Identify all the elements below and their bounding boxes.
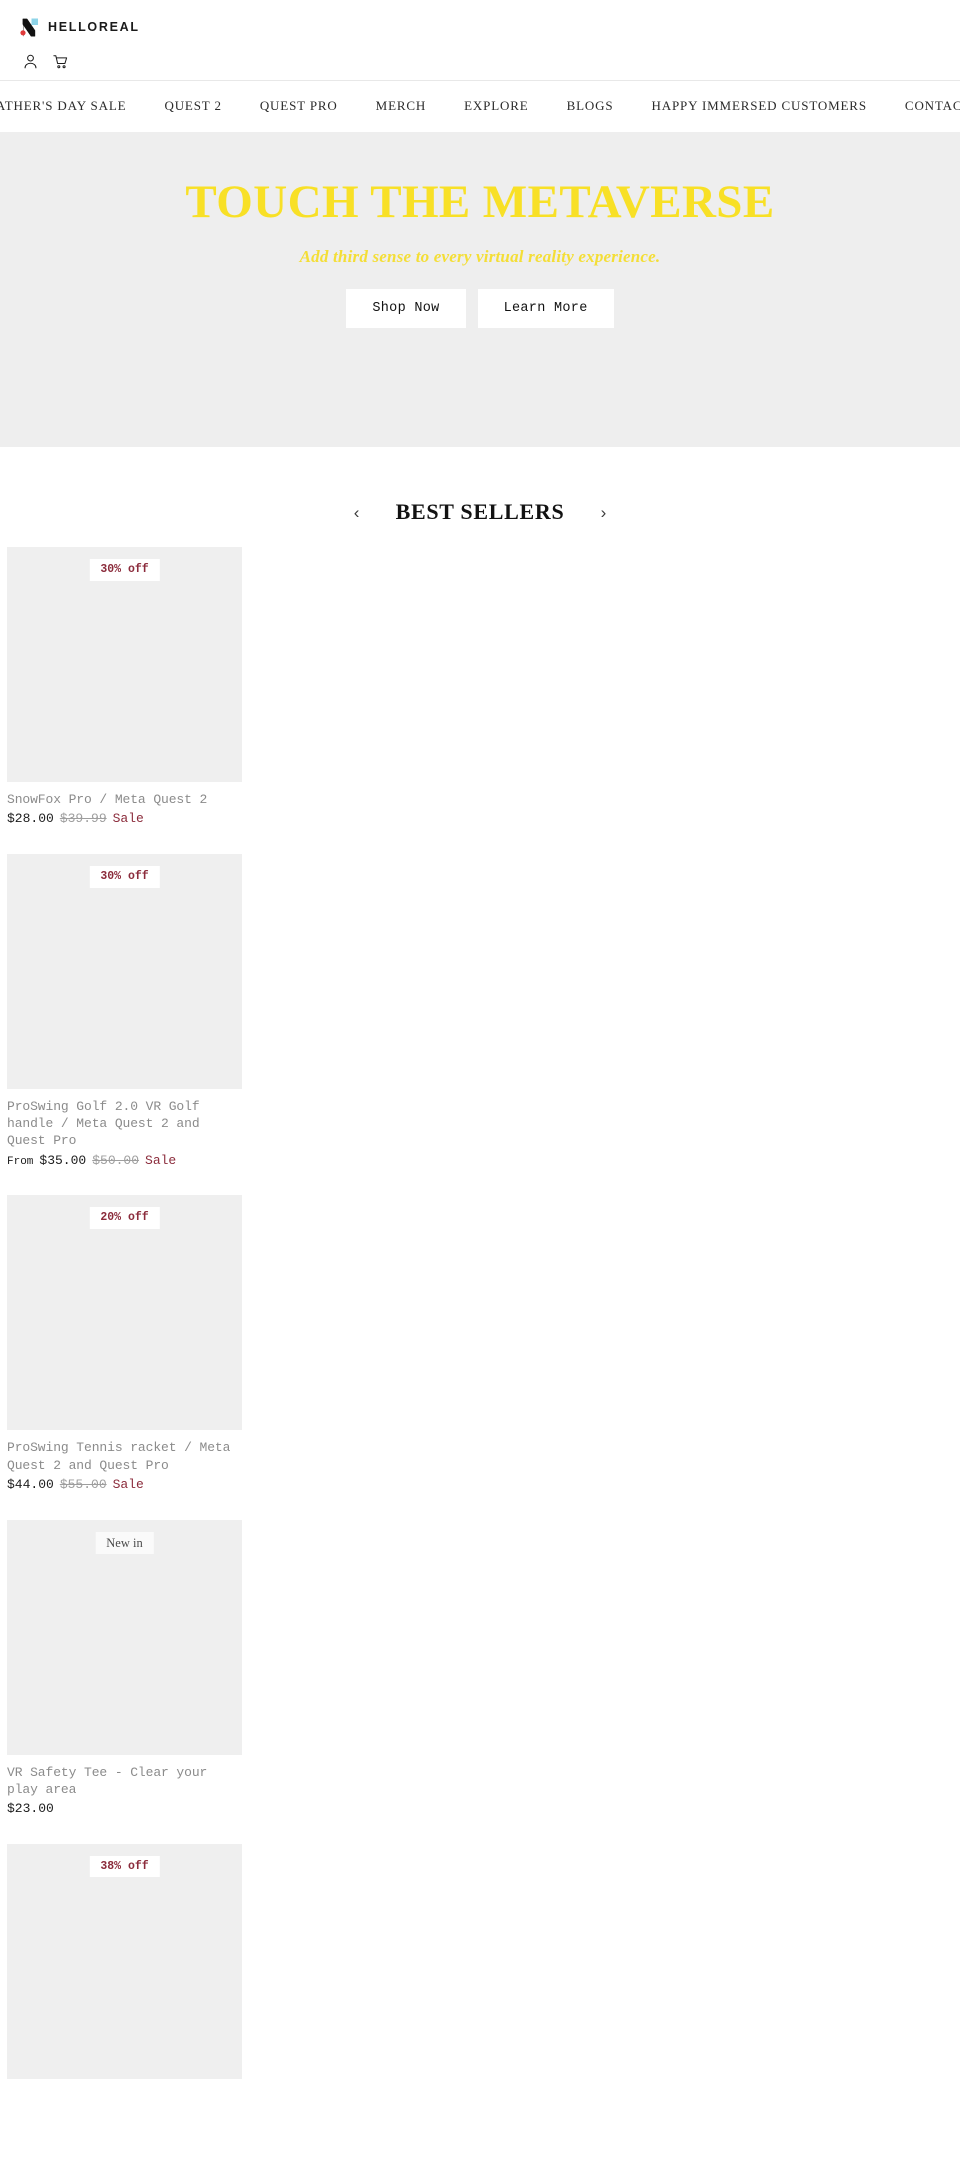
nav-item-fathers-day-sale[interactable]: FATHER'S DAY SALE <box>0 98 126 114</box>
nav-item-quest-pro[interactable]: QUEST PRO <box>260 98 338 114</box>
best-sellers-section: ‹ BEST SELLERS › 30% off SnowFox Pro / M… <box>0 447 960 2157</box>
brand-logo-link[interactable]: HELLOREAL <box>20 18 140 37</box>
brand-name: HELLOREAL <box>48 20 140 35</box>
product-image-placeholder[interactable]: New in <box>7 1519 242 1755</box>
hero-subtitle: Add third sense to every virtual reality… <box>299 246 661 266</box>
product-badge: New in <box>95 1531 154 1555</box>
hero-banner: TOUCH THE METAVERSE Add third sense to e… <box>0 132 960 447</box>
nav-item-quest-2[interactable]: QUEST 2 <box>164 98 221 114</box>
hero-title: TOUCH THE METAVERSE <box>185 176 775 228</box>
product-sale-tag: Sale <box>145 1152 177 1168</box>
product-image-placeholder[interactable]: 38% off <box>7 1843 242 2079</box>
nav-item-contact[interactable]: CONTACT <box>905 98 960 114</box>
product-title: ProSwing Tennis racket / Meta Quest 2 an… <box>7 1440 231 1473</box>
product-card[interactable]: New in VR Safety Tee - Clear your play a… <box>7 1519 242 1818</box>
product-image-placeholder[interactable]: 20% off <box>7 1195 242 1431</box>
carousel-prev-arrow-icon[interactable]: ‹ <box>346 501 368 523</box>
product-sale-tag: Sale <box>112 811 144 827</box>
product-compare-price: $39.99 <box>59 811 107 827</box>
product-info: VR Safety Tee - Clear your play area $23… <box>7 1755 242 1818</box>
product-compare-price: $55.00 <box>59 1476 107 1492</box>
product-price-row: $23.00 <box>7 1801 242 1818</box>
price-from-label: From <box>7 1155 34 1168</box>
product-price: $23.00 <box>7 1800 54 1816</box>
shopping-cart-icon[interactable] <box>51 52 70 71</box>
header-icon-group <box>0 42 960 80</box>
site-header: HELLOREAL <box>0 0 960 81</box>
product-compare-price: $50.00 <box>92 1152 140 1168</box>
nav-item-explore[interactable]: EXPLORE <box>464 98 528 114</box>
product-title: VR Safety Tee - Clear your play area <box>7 1764 208 1797</box>
product-badge: 20% off <box>89 1207 160 1229</box>
product-image-placeholder[interactable]: 30% off <box>7 547 242 782</box>
main-navigation: FATHER'S DAY SALE QUEST 2 QUEST PRO MERC… <box>0 81 960 132</box>
product-info <box>7 2079 242 2091</box>
product-info: ProSwing Golf 2.0 VR Golf handle / Meta … <box>7 1089 242 1169</box>
product-info: ProSwing Tennis racket / Meta Quest 2 an… <box>7 1430 242 1493</box>
product-title: ProSwing Golf 2.0 VR Golf handle / Meta … <box>7 1099 200 1149</box>
product-price: $44.00 <box>7 1476 54 1492</box>
product-title: SnowFox Pro / Meta Quest 2 <box>7 792 208 807</box>
product-carousel-track: 30% off SnowFox Pro / Meta Quest 2 $28.0… <box>0 547 960 2157</box>
best-sellers-title: BEST SELLERS <box>395 499 565 524</box>
product-card[interactable]: 38% off <box>7 1843 242 2091</box>
product-card[interactable]: 20% off ProSwing Tennis racket / Meta Qu… <box>7 1195 242 1493</box>
product-badge: 38% off <box>89 1855 160 1878</box>
best-sellers-header: ‹ BEST SELLERS › <box>0 447 960 547</box>
product-price-row: $28.00 $39.99 Sale <box>7 811 242 828</box>
hero-button-group: Shop Now Learn More <box>346 288 614 329</box>
product-badge: 30% off <box>89 866 160 888</box>
product-card[interactable]: 30% off ProSwing Golf 2.0 VR Golf handle… <box>7 854 242 1169</box>
nav-item-merch[interactable]: MERCH <box>376 98 426 114</box>
product-sale-tag: Sale <box>112 1476 144 1492</box>
product-price-row: From $35.00 $50.00 Sale <box>7 1153 242 1170</box>
shop-now-button[interactable]: Shop Now <box>346 288 466 329</box>
product-price-row: $44.00 $55.00 Sale <box>7 1477 242 1494</box>
product-price: $28.00 <box>7 811 54 827</box>
header-top-bar: HELLOREAL <box>0 10 960 42</box>
product-image-placeholder[interactable]: 30% off <box>7 854 242 1090</box>
product-card[interactable]: 30% off SnowFox Pro / Meta Quest 2 $28.0… <box>7 547 242 828</box>
carousel-next-arrow-icon[interactable]: › <box>592 501 614 523</box>
product-info: SnowFox Pro / Meta Quest 2 $28.00 $39.99… <box>7 782 242 828</box>
learn-more-button[interactable]: Learn More <box>477 288 614 329</box>
user-account-icon[interactable] <box>21 52 40 71</box>
helloreal-n-logo-icon <box>20 18 39 37</box>
product-badge: 30% off <box>89 559 160 581</box>
nav-item-blogs[interactable]: BLOGS <box>567 98 614 114</box>
nav-item-happy-immersed-customers[interactable]: HAPPY IMMERSED CUSTOMERS <box>651 98 866 114</box>
product-price: $35.00 <box>39 1152 87 1168</box>
